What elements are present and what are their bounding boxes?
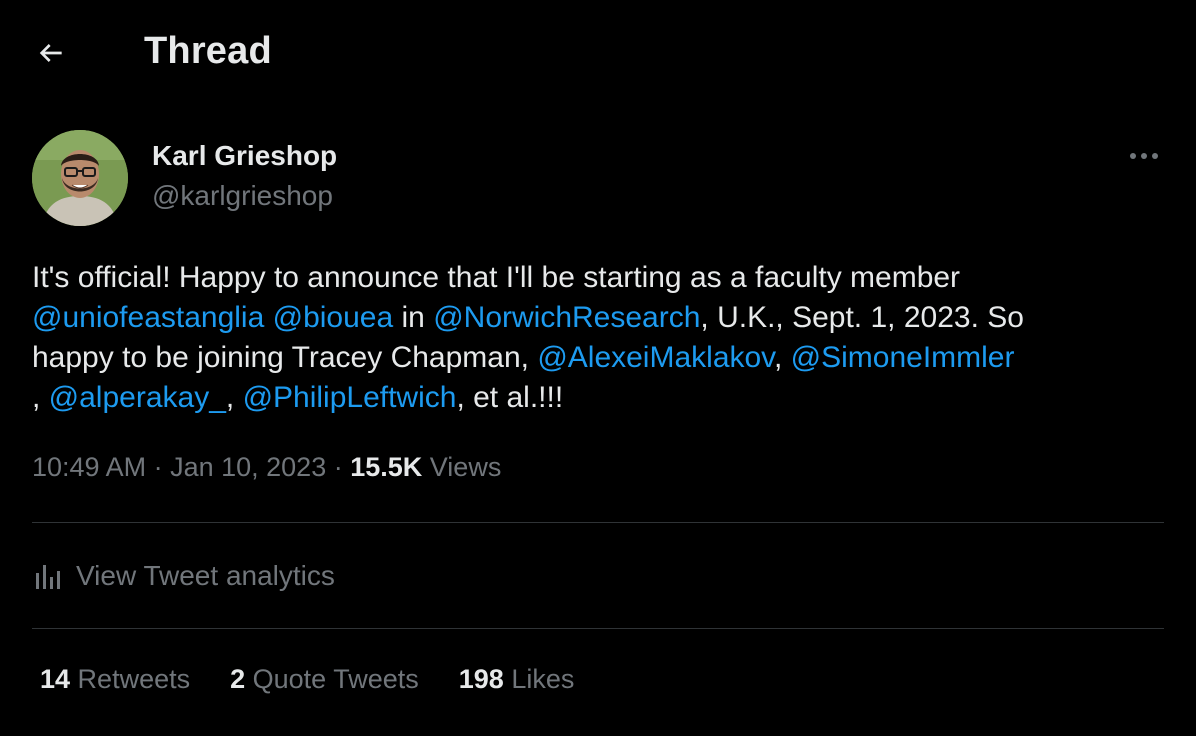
- tweet-text: It's official! Happy to announce that I'…: [32, 258, 1164, 418]
- mention-link[interactable]: @uniofeastanglia: [32, 301, 264, 334]
- mention-link[interactable]: @AlexeiMaklakov: [537, 341, 774, 374]
- text-segment: ,: [225, 381, 243, 414]
- quotes-label: Quote Tweets: [245, 664, 419, 694]
- tweet-time[interactable]: 10:49 AM: [32, 452, 146, 482]
- back-button[interactable]: [28, 30, 74, 76]
- likes-count: 198: [458, 664, 504, 694]
- text-segment: , U.K., Sept. 1, 2023. So: [700, 301, 1024, 334]
- page-title: Thread: [144, 30, 272, 72]
- thread-header: Thread: [0, 0, 1196, 106]
- more-button[interactable]: [1124, 142, 1164, 170]
- arrow-left-icon: [39, 44, 62, 62]
- likes-label: Likes: [503, 664, 575, 694]
- text-segment: in: [393, 301, 434, 334]
- views-label: Views: [422, 452, 502, 482]
- view-analytics-button[interactable]: View Tweet analytics: [32, 556, 335, 596]
- avatar-image: [32, 130, 128, 226]
- tweet-text-line: @uniofeastanglia @biouea in @NorwichRese…: [32, 298, 1164, 338]
- analytics-label: View Tweet analytics: [76, 560, 335, 591]
- quote-tweets-stat[interactable]: 2 Quote Tweets: [230, 664, 419, 695]
- likes-stat[interactable]: 198 Likes: [459, 664, 575, 695]
- avatar[interactable]: [32, 130, 128, 226]
- tweet-stats: 14 Retweets 2 Quote Tweets 198 Likes: [40, 664, 614, 695]
- tweet-text-line: It's official! Happy to announce that I'…: [32, 258, 1164, 298]
- tweet-meta: 10:49 AM · Jan 10, 2023 · 15.5K Views: [32, 452, 501, 483]
- retweets-label: Retweets: [70, 664, 191, 694]
- quotes-count: 2: [230, 664, 246, 694]
- text-segment: ,: [773, 341, 791, 374]
- divider: [32, 522, 1164, 523]
- views-count: 15.5K: [350, 452, 423, 482]
- tweet-text-line: happy to be joining Tracey Chapman, @Ale…: [32, 338, 1164, 378]
- meta-separator: ·: [146, 452, 171, 482]
- divider: [32, 628, 1164, 629]
- author-handle[interactable]: @karlgrieshop: [152, 180, 333, 212]
- text-segment: ,: [32, 381, 49, 414]
- meta-separator: ·: [326, 452, 351, 482]
- text-segment: , et al.!!!: [456, 381, 564, 414]
- text-segment: [264, 301, 272, 334]
- mention-link[interactable]: @PhilipLeftwich: [243, 381, 457, 414]
- author-name[interactable]: Karl Grieshop: [152, 140, 337, 172]
- mention-link[interactable]: @NorwichResearch: [433, 301, 700, 334]
- bar-chart-icon: [32, 561, 62, 591]
- mention-link[interactable]: @biouea: [273, 301, 394, 334]
- tweet-date[interactable]: Jan 10, 2023: [170, 452, 326, 482]
- retweets-count: 14: [40, 664, 71, 694]
- mention-link[interactable]: @alperakay_: [49, 381, 226, 414]
- text-segment: It's official! Happy to announce that I'…: [32, 261, 961, 294]
- retweets-stat[interactable]: 14 Retweets: [40, 664, 190, 695]
- more-dots-icon: [1130, 153, 1158, 159]
- tweet-text-line: , @alperakay_, @PhilipLeftwich, et al.!!…: [32, 378, 1164, 418]
- text-segment: happy to be joining Tracey Chapman,: [32, 341, 538, 374]
- mention-link[interactable]: @SimoneImmler: [791, 341, 1015, 374]
